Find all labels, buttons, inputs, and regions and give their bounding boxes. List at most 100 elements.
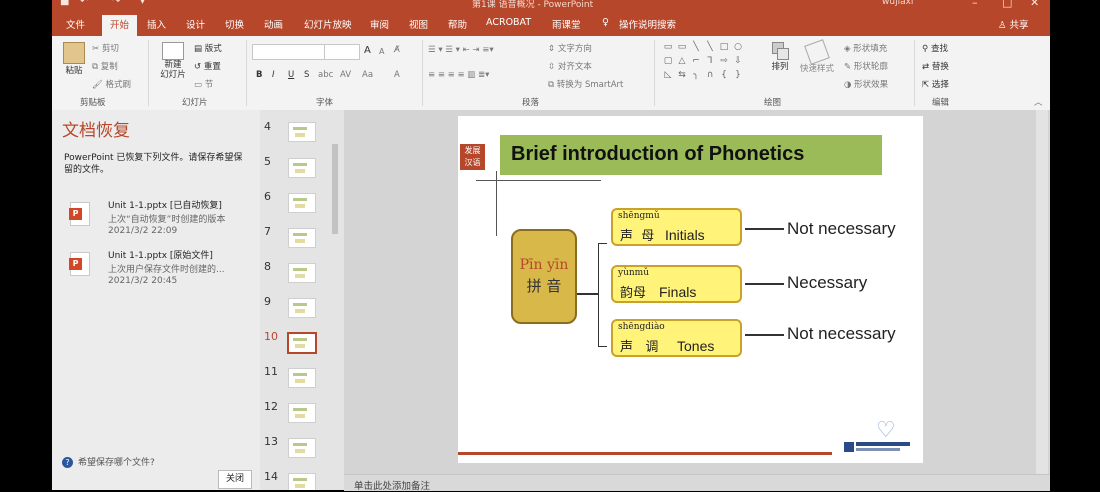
tab-help[interactable]: 帮助 <box>448 17 467 31</box>
initials-note[interactable]: Not necessary <box>787 219 896 239</box>
slide-thumbnail[interactable] <box>288 368 316 388</box>
initials-box[interactable]: shēngmǔ 声 母 Initials <box>611 208 742 246</box>
tab-slideshow[interactable]: 幻灯片放映 <box>304 17 352 31</box>
slide-thumbnail[interactable] <box>288 298 316 318</box>
shadow-button[interactable]: abc <box>318 70 333 80</box>
editor-scrollbar[interactable] <box>1036 110 1048 474</box>
slide-thumbnail[interactable] <box>288 158 316 178</box>
share-button[interactable]: ♙ 共享 <box>998 17 1029 31</box>
tones-note[interactable]: Not necessary <box>787 324 896 344</box>
user-name[interactable]: wujiaxi <box>882 0 913 7</box>
find-button[interactable]: ⚲ 查找 <box>922 42 948 54</box>
undo-icon[interactable]: ↶ <box>80 0 88 7</box>
text-direction-button[interactable]: ⇕ 文字方向 <box>548 42 592 54</box>
shrink-font-button[interactable]: A <box>379 47 384 56</box>
bold-button[interactable]: B <box>256 70 262 80</box>
title-bar: ■ ↶ ↷ ▾ 第1课 语音概况 - PowerPoint wujiaxi – … <box>52 0 1050 12</box>
strikethrough-button[interactable]: S <box>304 70 309 80</box>
new-slide-button[interactable]: 新建 幻灯片 <box>156 42 190 80</box>
slide-thumbnail[interactable] <box>288 228 316 248</box>
layout-icon: ▤ <box>194 44 205 54</box>
smartart-button[interactable]: ⧉ 转换为 SmartArt <box>548 78 623 90</box>
item-english: Finals <box>659 284 697 300</box>
slide-thumbnail-selected[interactable] <box>287 332 317 354</box>
pen-icon: ✎ <box>844 62 854 72</box>
tab-view[interactable]: 视图 <box>409 17 428 31</box>
redo-icon[interactable]: ↷ <box>112 0 120 7</box>
scrollbar-thumb[interactable] <box>332 144 338 234</box>
slide-thumbnail[interactable] <box>288 473 316 490</box>
document-title: 第1课 语音概况 - PowerPoint <box>472 0 594 10</box>
layout-button[interactable]: ▤ 版式 <box>194 42 222 54</box>
section-button[interactable]: ▭ 节 <box>194 78 213 90</box>
tab-transitions[interactable]: 切换 <box>225 17 244 31</box>
slide-thumbnail[interactable] <box>288 403 316 423</box>
item-english: Initials <box>665 227 705 243</box>
group-label-paragraph: 段落 <box>522 98 540 108</box>
slide-thumbnail[interactable] <box>288 438 316 458</box>
shape-effects-button[interactable]: ◑ 形状效果 <box>844 78 888 90</box>
close-icon[interactable]: ✕ <box>1030 0 1039 9</box>
tab-file[interactable]: 文件 <box>66 17 85 31</box>
customize-icon[interactable]: ▾ <box>140 0 145 7</box>
tones-box[interactable]: shēngdiào 声 调 Tones <box>611 319 742 357</box>
select-button[interactable]: ⇱ 选择 <box>922 78 949 90</box>
tell-me-search[interactable]: 操作说明搜索 <box>619 17 676 31</box>
cut-button[interactable]: ✂ 剪切 <box>92 42 119 54</box>
paste-button[interactable]: 粘贴 <box>60 42 88 76</box>
pinyin-center-box[interactable]: Pīn yīn 拼 音 <box>511 229 577 324</box>
copy-button[interactable]: ⧉ 复制 <box>92 60 118 72</box>
document-recovery-pane: 文档恢复 PowerPoint 已恢复下列文件。请保存希望保留的文件。 P Un… <box>52 110 260 490</box>
finals-note[interactable]: Necessary <box>787 273 867 293</box>
arrange-button[interactable]: 排列 <box>768 42 792 72</box>
item-pinyin: shēngdiào <box>618 322 665 332</box>
tab-insert[interactable]: 插入 <box>147 17 166 31</box>
notes-pane[interactable]: 单击此处添加备注 <box>344 474 1050 492</box>
slide-thumbnail[interactable] <box>288 122 316 142</box>
change-case-button[interactable]: Aa <box>362 70 373 80</box>
restore-icon[interactable]: □ <box>1002 0 1012 9</box>
shape-fill-button[interactable]: ◈ 形状填充 <box>844 42 887 54</box>
help-link[interactable]: ? 希望保存哪个文件? <box>62 455 155 468</box>
clear-format-icon[interactable]: A̸ <box>394 45 400 55</box>
finals-box[interactable]: yùnmǔ 韵母 Finals <box>611 265 742 303</box>
thumbnail-scrollbar[interactable] <box>330 112 340 488</box>
replace-button[interactable]: ⇄ 替换 <box>922 60 949 72</box>
font-size-box[interactable] <box>324 44 360 60</box>
slide-thumbnail[interactable] <box>288 193 316 213</box>
shape-outline-button[interactable]: ✎ 形状轮廓 <box>844 60 888 72</box>
underline-button[interactable]: U <box>288 70 294 80</box>
university-logo <box>844 442 923 452</box>
grow-font-button[interactable]: A <box>364 45 371 56</box>
character-spacing-button[interactable]: AV <box>340 70 351 80</box>
slide-title[interactable]: Brief introduction of Phonetics <box>511 143 804 166</box>
slide-canvas[interactable]: 发展 汉语 Brief introduction of Phonetics Pī… <box>458 116 923 463</box>
italic-button[interactable]: I <box>272 70 275 80</box>
font-name-box[interactable] <box>252 44 326 60</box>
cursor-icon: ⇱ <box>922 80 932 90</box>
align-icons[interactable]: ≡ ≡ ≡ ≡ ▥ ≣▾ <box>428 70 489 80</box>
group-divider <box>422 40 423 106</box>
save-icon[interactable]: ■ <box>60 0 69 7</box>
arrange-icon <box>772 42 789 60</box>
tab-design[interactable]: 设计 <box>186 17 205 31</box>
tab-home[interactable]: 开始 <box>102 15 138 36</box>
quick-styles-button[interactable]: 快速样式 <box>798 39 836 74</box>
align-text-button[interactable]: ⇳ 对齐文本 <box>548 60 592 72</box>
minimize-icon[interactable]: – <box>972 0 978 9</box>
font-color-button[interactable]: A <box>394 70 400 80</box>
close-button[interactable]: 关闭 <box>218 470 252 489</box>
group-divider <box>148 40 149 106</box>
text-direction-icon: ⇕ <box>548 44 558 54</box>
slide-thumbnail[interactable] <box>288 263 316 283</box>
format-painter-button[interactable]: 🖌 格式刷 <box>92 78 131 90</box>
bullets-icon[interactable]: ☰ ▾ ☰ ▾ ⇤ ⇥ ≡▾ <box>428 45 494 55</box>
reset-button[interactable]: ↺ 重置 <box>194 60 221 72</box>
group-divider <box>246 40 247 106</box>
quick-styles-icon <box>804 39 830 65</box>
tab-rain-classroom[interactable]: 雨课堂 <box>552 17 581 31</box>
tab-acrobat[interactable]: ACROBAT <box>486 17 531 28</box>
tab-animations[interactable]: 动画 <box>264 17 283 31</box>
tab-review[interactable]: 审阅 <box>370 17 389 31</box>
collapse-ribbon-icon[interactable]: ︿ <box>1034 96 1043 108</box>
